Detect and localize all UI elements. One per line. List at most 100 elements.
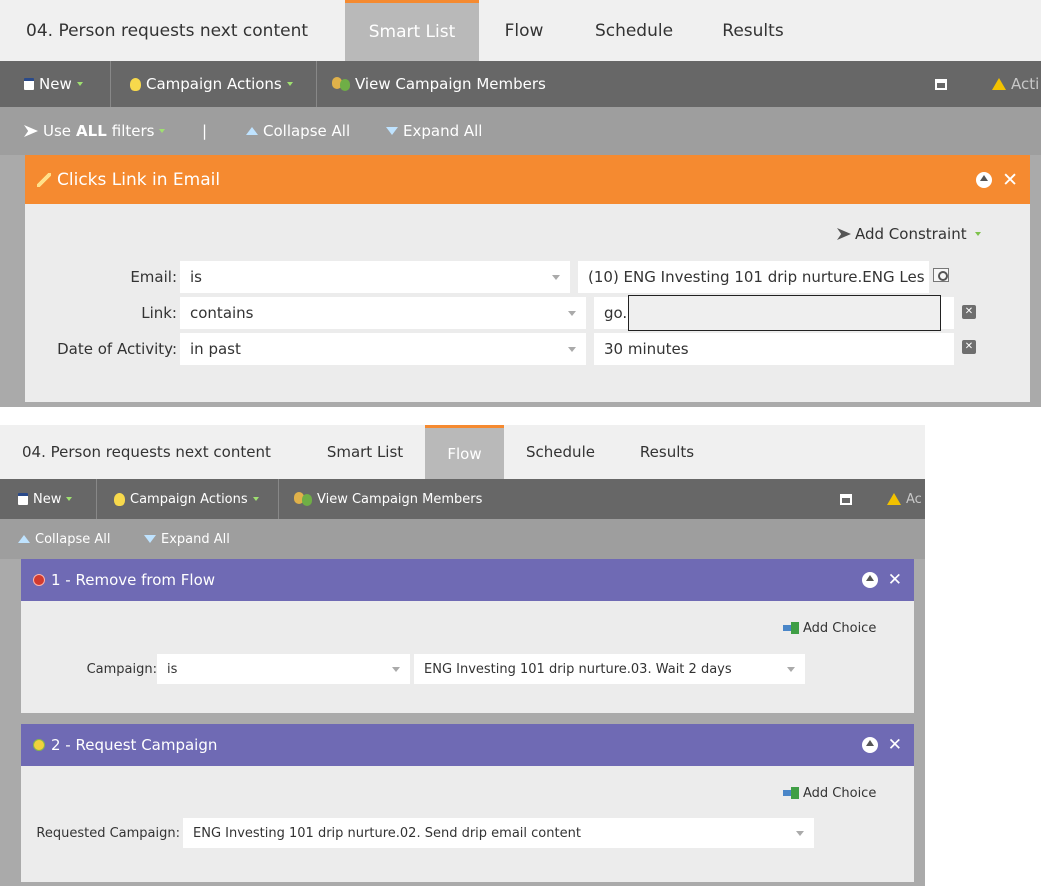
warning-icon	[992, 78, 1006, 90]
chevron-down-icon	[787, 667, 795, 672]
toolbar: New Campaign Actions View Campaign Membe…	[0, 479, 925, 519]
date-of-activity-label: Date of Activity:	[57, 340, 177, 358]
document-icon	[18, 493, 28, 505]
new-button[interactable]: New	[18, 479, 73, 519]
collapse-all-button[interactable]: Collapse All	[18, 519, 111, 559]
window-button[interactable]	[840, 479, 852, 519]
chevron-down-icon	[568, 311, 576, 316]
chevron-down-icon	[392, 667, 400, 672]
campaign-operator-select[interactable]: is	[157, 654, 410, 684]
move-up-icon[interactable]	[861, 572, 878, 588]
chevron-down-icon	[796, 831, 804, 836]
program-title: 04. Person requests next content	[26, 20, 309, 41]
filter-bar: Collapse All Expand All	[0, 519, 925, 559]
view-campaign-members-button[interactable]: View Campaign Members	[332, 61, 546, 107]
window-button[interactable]	[935, 61, 947, 107]
tab-bar: 04. Person requests next content Smart L…	[0, 425, 925, 479]
program-title: 04. Person requests next content	[22, 443, 271, 461]
flow-step-header[interactable]: 1 - Remove from Flow ✕	[21, 559, 914, 601]
delete-icon[interactable]: ✕	[962, 305, 976, 319]
request-campaign-icon	[33, 739, 45, 751]
triangle-down-icon	[144, 535, 156, 543]
tab-results[interactable]: Results	[617, 425, 717, 479]
filter-icon	[837, 228, 851, 240]
window-icon	[840, 493, 852, 505]
delete-icon[interactable]: ✕	[962, 340, 976, 354]
tab-smart-list[interactable]: Smart List	[345, 0, 479, 61]
add-choice-button[interactable]: Add Choice	[783, 783, 876, 803]
campaign-value-select[interactable]: ENG Investing 101 drip nurture.03. Wait …	[414, 654, 805, 684]
add-choice-icon	[783, 622, 799, 634]
link-operator-select[interactable]: contains	[180, 297, 586, 329]
new-button[interactable]: New	[24, 61, 83, 107]
requested-campaign-select[interactable]: ENG Investing 101 drip nurture.02. Send …	[183, 818, 814, 848]
date-operator-select[interactable]: in past	[180, 333, 586, 365]
close-icon[interactable]: ✕	[1002, 169, 1018, 191]
use-filters-button[interactable]: Use ALL filters	[24, 107, 166, 155]
tab-flow[interactable]: Flow	[425, 425, 504, 479]
chevron-down-icon	[76, 82, 83, 86]
document-icon	[24, 78, 34, 90]
campaign-label: Campaign:	[86, 661, 157, 677]
tab-schedule[interactable]: Schedule	[569, 0, 699, 61]
toolbar: New Campaign Actions View Campaign Membe…	[0, 61, 1041, 107]
smart-list-panel: 04. Person requests next content Smart L…	[0, 0, 1041, 407]
redacted-box	[628, 295, 941, 331]
triangle-down-icon	[386, 127, 398, 135]
chevron-down-icon	[974, 232, 981, 236]
pencil-icon	[37, 172, 51, 187]
view-campaign-members-button[interactable]: View Campaign Members	[294, 479, 482, 519]
tab-smart-list[interactable]: Smart List	[305, 425, 425, 479]
chevron-down-icon	[552, 275, 560, 280]
actions-button[interactable]: Acti	[992, 61, 1039, 107]
people-icon	[332, 77, 350, 91]
divider	[110, 61, 111, 107]
close-icon[interactable]: ✕	[888, 570, 902, 590]
step-title: 2 - Request Campaign	[51, 736, 218, 754]
remove-flow-icon	[33, 574, 45, 586]
add-choice-button[interactable]: Add Choice	[783, 618, 876, 638]
filter-card-header[interactable]: Clicks Link in Email ✕	[25, 155, 1030, 204]
tab-flow[interactable]: Flow	[479, 0, 569, 61]
filter-bar: Use ALL filters | Collapse All Expand Al…	[0, 107, 1041, 155]
triangle-up-icon	[18, 535, 30, 543]
chevron-down-icon	[252, 497, 259, 501]
campaign-actions-button[interactable]: Campaign Actions	[114, 479, 259, 519]
filter-icon	[24, 125, 38, 137]
move-up-icon[interactable]	[976, 171, 993, 188]
tab-schedule[interactable]: Schedule	[504, 425, 617, 479]
divider	[316, 61, 317, 107]
chevron-down-icon	[159, 129, 166, 133]
add-choice-icon	[783, 787, 799, 799]
flow-panel: 04. Person requests next content Smart L…	[0, 425, 925, 886]
expand-all-button[interactable]: Expand All	[144, 519, 230, 559]
expand-all-button[interactable]: Expand All	[386, 107, 482, 155]
flow-step-header[interactable]: 2 - Request Campaign ✕	[21, 724, 914, 766]
chevron-down-icon	[568, 347, 576, 352]
link-label: Link:	[141, 304, 177, 322]
email-value-field[interactable]: (10) ENG Investing 101 drip nurture.ENG …	[578, 261, 929, 293]
flow-step-1: 1 - Remove from Flow ✕ Add Choice Campai…	[21, 559, 914, 713]
filter-title: Clicks Link in Email	[57, 169, 221, 190]
warning-icon	[887, 493, 901, 505]
tab-bar: 04. Person requests next content Smart L…	[0, 0, 1041, 61]
step-title: 1 - Remove from Flow	[51, 571, 216, 589]
tab-results[interactable]: Results	[699, 0, 807, 61]
date-value-field[interactable]: 30 minutes	[594, 333, 954, 365]
close-icon[interactable]: ✕	[888, 735, 902, 755]
email-operator-select[interactable]: is	[180, 261, 570, 293]
divider	[96, 479, 97, 519]
email-label: Email:	[130, 268, 177, 286]
collapse-all-button[interactable]: Collapse All	[246, 107, 350, 155]
campaign-actions-button[interactable]: Campaign Actions	[130, 61, 293, 107]
toolbar-divider: |	[202, 122, 208, 140]
actions-button[interactable]: Ac	[887, 479, 922, 519]
chevron-down-icon	[286, 82, 293, 86]
move-up-icon[interactable]	[861, 737, 878, 753]
lightbulb-icon	[114, 492, 125, 506]
lightbulb-icon	[130, 77, 141, 91]
add-constraint-button[interactable]: Add Constraint	[837, 224, 981, 244]
chevron-down-icon	[66, 497, 73, 501]
lookup-icon[interactable]	[933, 268, 949, 282]
window-icon	[935, 78, 947, 90]
